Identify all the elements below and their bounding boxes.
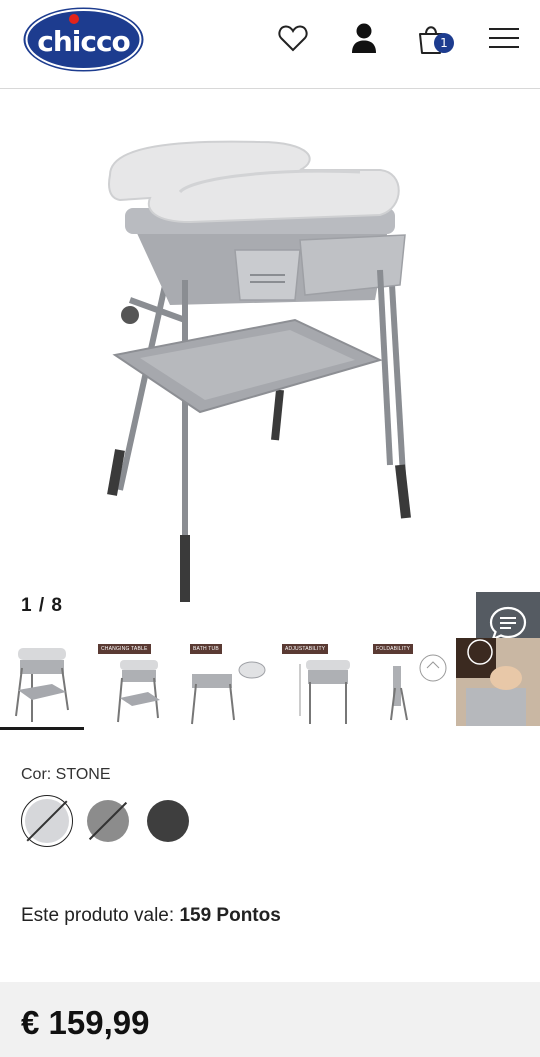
thumbnail-tag: CHANGING TABLE	[98, 644, 151, 654]
color-label: Cor: STONE	[21, 766, 111, 783]
thumbnail-strip: CHANGING TABLE BATH TUB ADJUSTABILITY FO…	[0, 638, 540, 732]
thumbnail-4[interactable]: ADJUSTABILITY	[274, 638, 358, 730]
color-swatch-stone[interactable]	[25, 799, 69, 843]
thumbnail-2[interactable]: CHANGING TABLE	[90, 638, 174, 730]
svg-text:chicco: chicco	[37, 25, 130, 58]
bath-changing-table-illustration	[107, 140, 411, 602]
thumbnail-tag: BATH TUB	[190, 644, 222, 654]
cart-button[interactable]: 1	[414, 20, 454, 56]
cart-count-badge: 1	[434, 33, 454, 53]
thumbnail-6[interactable]	[456, 638, 540, 730]
loyalty-points: Este produto vale: 159 Pontos	[21, 905, 281, 927]
account-button[interactable]	[346, 20, 382, 56]
product-price: € 159,99	[21, 1004, 150, 1041]
points-prefix: Este produto vale:	[21, 905, 180, 926]
points-value: 159 Pontos	[179, 905, 281, 926]
unavailable-strike	[88, 801, 128, 841]
thumbnail-tag: FOLDABILITY	[373, 644, 414, 654]
user-icon	[352, 23, 376, 53]
thumbnail-3[interactable]: BATH TUB	[182, 638, 266, 730]
product-main-image[interactable]	[0, 90, 540, 630]
chicco-logo[interactable]: chicco	[21, 5, 146, 74]
unavailable-strike	[26, 800, 68, 842]
thumbnail-5[interactable]: FOLDABILITY	[365, 638, 449, 730]
wishlist-button[interactable]	[275, 20, 311, 56]
chat-bubble-icon	[489, 606, 527, 641]
gallery-counter: 1 / 8	[21, 595, 63, 616]
heart-icon	[278, 25, 308, 52]
hamburger-menu-icon	[489, 28, 519, 48]
color-swatch-dark[interactable]	[147, 800, 189, 842]
site-header: chicco 1	[0, 0, 540, 89]
thumbnail-tag: ADJUSTABILITY	[282, 644, 329, 654]
thumbnail-1[interactable]	[0, 638, 84, 730]
menu-button[interactable]	[486, 20, 522, 56]
price-bar: € 159,99	[0, 982, 540, 1057]
color-swatch-grey[interactable]	[87, 800, 129, 842]
